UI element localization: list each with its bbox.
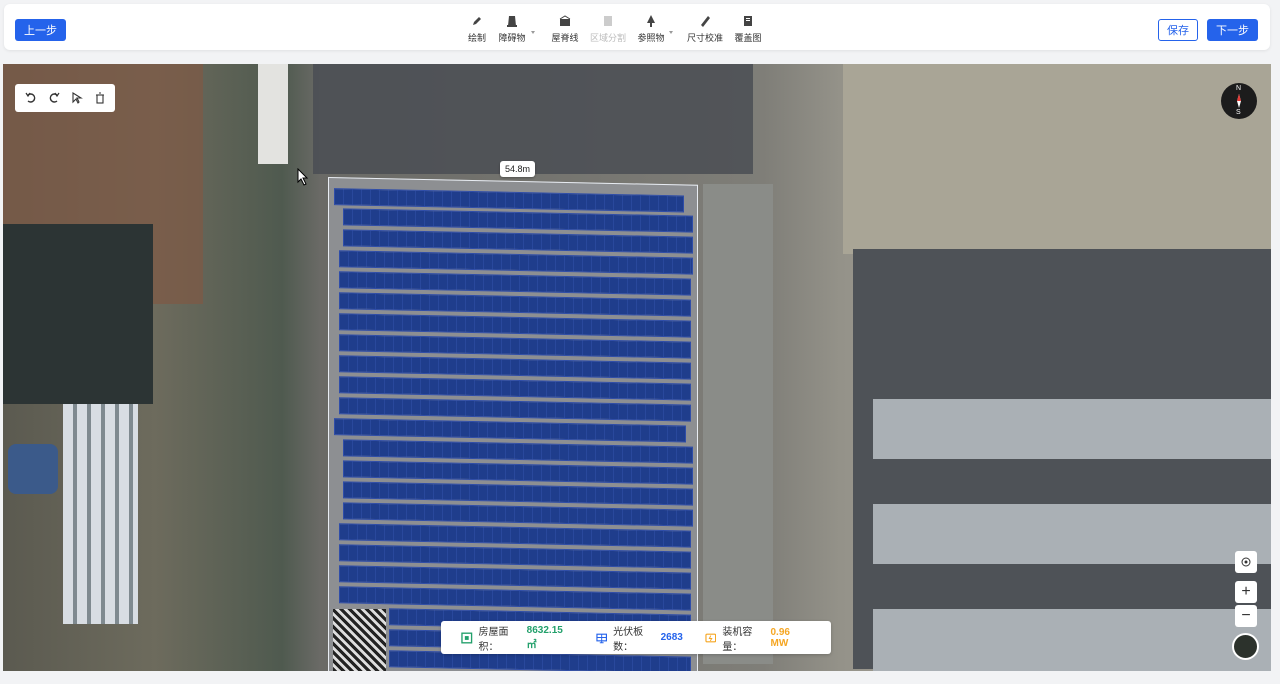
obstacle-hatched-area[interactable] — [333, 609, 386, 671]
tool-ridge-line[interactable]: 屋脊线 — [550, 14, 580, 48]
pv-panel-row — [339, 376, 691, 401]
compass-south-label: S — [1236, 109, 1241, 116]
map-roof-stripe — [873, 609, 1271, 671]
zoom-out-button[interactable]: − — [1235, 605, 1257, 627]
map-roof-stripe — [873, 504, 1271, 564]
pv-panel-row — [343, 502, 693, 527]
pv-panel-row — [339, 292, 691, 317]
pv-panel-row — [343, 439, 693, 464]
edit-toolbox — [15, 84, 115, 112]
map-layer-switch-button[interactable] — [1232, 633, 1259, 660]
roof-area-label: 房屋面积： — [478, 626, 509, 653]
zoom-in-button[interactable]: + — [1235, 581, 1257, 603]
map-shadow-area — [3, 224, 153, 404]
tool-reference[interactable]: 参照物 — [636, 14, 666, 48]
obstacle-icon — [507, 16, 517, 27]
tool-area-split[interactable]: 区域分割 — [589, 14, 627, 48]
split-icon — [604, 16, 612, 26]
map-building-white — [63, 404, 138, 624]
map-dark-roof — [313, 64, 753, 174]
map-white-strip — [258, 64, 288, 164]
stat-roof-area: 房屋面积： 8632.15 ㎡ — [461, 623, 574, 653]
tree-icon — [647, 15, 655, 27]
capacity-icon — [705, 633, 716, 642]
undo-icon[interactable] — [23, 90, 39, 106]
select-pointer-icon[interactable] — [69, 90, 85, 106]
ruler-icon — [701, 16, 710, 27]
tool-size-calibration[interactable]: 尺寸校准 — [686, 14, 724, 48]
mouse-cursor-icon — [297, 168, 309, 186]
locate-target-icon — [1241, 557, 1251, 567]
solar-panel-icon — [596, 633, 607, 643]
stats-panel: 房屋面积： 8632.15 ㎡ 光伏板数： 2683 装机容量： 0.96 MW — [441, 621, 831, 654]
pv-panel-row — [339, 355, 691, 380]
pv-panel-row — [339, 565, 691, 590]
pv-panel-row — [339, 334, 691, 359]
next-step-button[interactable]: 下一步 — [1207, 19, 1258, 41]
map-building-right — [853, 249, 1271, 669]
overlay-icon — [744, 16, 752, 26]
pv-panel-row — [339, 397, 691, 422]
capacity-value: 0.96 MW — [770, 626, 790, 649]
top-toolbar: 上一步 绘制 障碍物 屋脊线 区域分割 参照物 尺寸校准 覆盖图 保存 下一步 — [4, 4, 1270, 50]
tool-overlay[interactable]: 覆盖图 — [733, 14, 763, 48]
obstacle-dropdown-caret[interactable] — [531, 31, 535, 34]
pv-panel-row — [343, 460, 693, 485]
pv-panel-row — [334, 418, 686, 443]
delete-trash-icon[interactable] — [92, 90, 108, 106]
ridge-line-icon — [559, 15, 571, 26]
tool-obstacle[interactable]: 障碍物 — [497, 14, 527, 48]
selected-roof[interactable] — [328, 177, 698, 671]
reference-dropdown-caret[interactable] — [669, 31, 673, 34]
stat-capacity: 装机容量： 0.96 MW — [705, 623, 809, 653]
compass[interactable]: N S — [1221, 83, 1257, 119]
pv-panel-row — [339, 271, 691, 296]
locate-button[interactable] — [1235, 551, 1257, 573]
pv-panel-row — [343, 229, 693, 254]
pv-panel-row — [343, 208, 693, 233]
pv-panel-row — [339, 586, 691, 611]
map-blue-tank — [8, 444, 58, 494]
panel-count-value: 2683 — [660, 632, 683, 643]
roof-area-value: 8632.15 ㎡ — [526, 624, 563, 651]
pv-panel-row — [343, 481, 693, 506]
stat-panel-count: 光伏板数： 2683 — [596, 623, 683, 653]
panel-count-label: 光伏板数： — [613, 626, 644, 653]
save-button[interactable]: 保存 — [1158, 19, 1198, 41]
map-area-right — [843, 64, 1271, 254]
roof-dimension-label: 54.8m — [500, 161, 536, 177]
pen-icon — [473, 17, 481, 25]
pv-panel-row — [339, 250, 693, 275]
compass-needle-icon — [1237, 94, 1241, 108]
tool-draw[interactable]: 绘制 — [465, 14, 489, 48]
compass-north-label: N — [1236, 85, 1242, 92]
map-road — [703, 184, 773, 664]
capacity-label: 装机容量： — [722, 626, 753, 653]
satellite-map[interactable]: 54.8m N S + − 房屋面积： 8632.15 ㎡ 光伏板数： 2683 — [3, 64, 1271, 671]
prev-step-button[interactable]: 上一步 — [15, 19, 66, 41]
pv-panel-row — [339, 544, 691, 569]
redo-icon[interactable] — [46, 90, 62, 106]
roof-area-icon — [461, 632, 473, 643]
pv-panel-row — [339, 523, 691, 548]
map-roof-stripe — [873, 399, 1271, 459]
pv-panel-row — [339, 313, 691, 338]
